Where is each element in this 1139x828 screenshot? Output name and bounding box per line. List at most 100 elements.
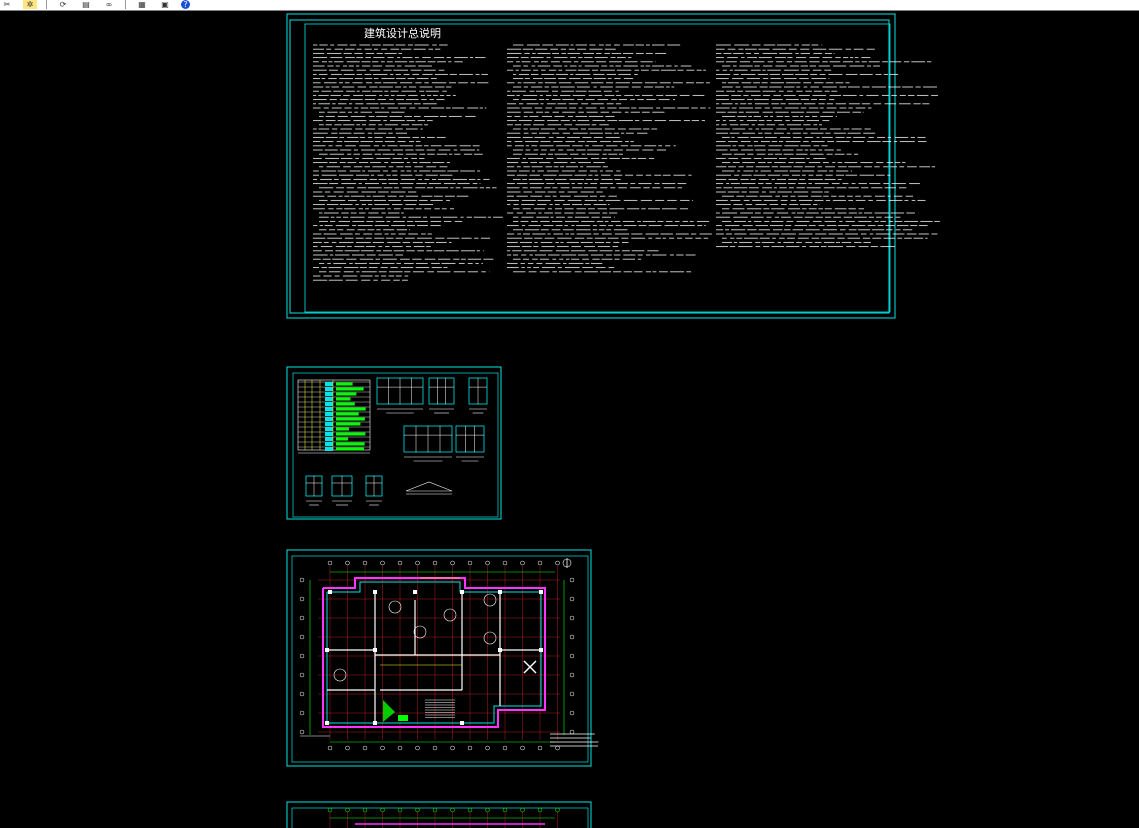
axis-bubble	[502, 807, 508, 813]
table-cell	[325, 402, 333, 406]
window-elevation	[428, 377, 455, 405]
table-cell	[325, 407, 333, 411]
axis-bubble	[299, 653, 305, 659]
axis-bubble	[380, 745, 385, 751]
axis-bubble	[569, 634, 575, 640]
axis-bubble	[555, 560, 560, 566]
axis-bubble	[502, 560, 508, 566]
axis-bubble	[450, 745, 455, 751]
axis-bubble	[299, 615, 305, 621]
table-cell	[325, 422, 333, 426]
axis-bubble	[432, 807, 438, 813]
column	[539, 648, 543, 652]
axis-bubble	[432, 745, 438, 751]
axis-bubble	[380, 807, 385, 813]
column	[325, 721, 329, 725]
furniture	[388, 600, 402, 614]
table-cell	[325, 417, 333, 421]
furniture	[483, 593, 497, 607]
table-cell	[336, 387, 364, 391]
axis-bubble	[467, 560, 473, 566]
floor-plan-drawing	[299, 558, 599, 751]
axis-bubble	[569, 615, 575, 621]
schedule-table	[297, 379, 371, 454]
axis-bubble	[362, 745, 368, 751]
axis-bubble	[415, 560, 420, 566]
axis-bubble	[485, 560, 490, 566]
axis-bubble	[520, 807, 525, 813]
axis-bubble	[327, 560, 333, 566]
table-cell	[336, 427, 349, 431]
table-cell	[325, 427, 333, 431]
axis-bubble	[299, 729, 305, 735]
entry-mark	[398, 715, 408, 721]
table-cell	[336, 402, 355, 406]
axis-bubble	[432, 560, 438, 566]
axis-bubble	[537, 745, 543, 751]
axis-bubble	[362, 560, 368, 566]
axis-bubble	[397, 745, 403, 751]
axis-bubble	[555, 807, 560, 813]
axis-bubble	[327, 807, 333, 813]
table-cell	[325, 397, 333, 401]
axis-bubble	[299, 672, 305, 678]
table-cell	[325, 412, 333, 416]
column	[460, 721, 464, 725]
axis-bubble	[569, 577, 575, 583]
column	[325, 648, 329, 652]
axis-bubble	[569, 672, 575, 678]
notes-text-block	[313, 44, 940, 281]
table-cell	[336, 407, 366, 411]
axis-bubble	[569, 691, 575, 697]
table-cell	[336, 412, 359, 416]
sheet-general-notes[interactable]: 建筑设计总说明	[286, 13, 940, 319]
table-cell	[336, 417, 365, 421]
axis-bubble	[415, 745, 420, 751]
table-cell	[336, 442, 365, 446]
sheet-door-window-schedule[interactable]	[286, 366, 502, 520]
table-cell	[336, 397, 351, 401]
table-cell	[325, 382, 333, 386]
axis-bubble	[520, 745, 525, 751]
axis-bubble	[327, 745, 333, 751]
sheet-floor-plan-2[interactable]	[286, 801, 592, 828]
axis-bubble	[299, 691, 305, 697]
sheet-title: 建筑设计总说明	[364, 26, 441, 40]
sheet-floor-plan[interactable]	[286, 549, 599, 767]
axis-bubble	[569, 729, 575, 735]
table-cell	[325, 437, 333, 441]
axis-bubble	[299, 577, 305, 583]
table-cell	[325, 387, 333, 391]
axis-bubble	[345, 560, 350, 566]
roof-detail	[405, 481, 453, 492]
axis-bubble	[362, 807, 368, 813]
axis-bubble	[345, 807, 350, 813]
table-cell	[325, 442, 333, 446]
axis-bubble	[520, 560, 525, 566]
axis-bubble	[299, 596, 305, 602]
axis-bubble	[299, 710, 305, 716]
table-cell	[336, 437, 349, 441]
axis-bubble	[467, 745, 473, 751]
column	[373, 721, 377, 725]
axis-bubble	[537, 560, 543, 566]
table-cell	[325, 392, 333, 396]
table-cell	[325, 432, 333, 436]
axis-bubble	[397, 807, 403, 813]
column	[498, 590, 502, 594]
axis-bubble	[485, 807, 490, 813]
window-elevation	[455, 425, 485, 453]
exterior-wall	[322, 577, 546, 728]
axis-bubble	[569, 710, 575, 716]
axis-bubble	[415, 807, 420, 813]
column	[413, 590, 417, 594]
floor-plan-2-drawing	[327, 807, 560, 828]
axis-bubble	[450, 560, 455, 566]
furniture	[443, 608, 457, 622]
axis-bubble	[569, 596, 575, 602]
column	[373, 590, 377, 594]
axis-bubble	[569, 653, 575, 659]
axis-bubble	[485, 745, 490, 751]
axis-bubble	[380, 560, 385, 566]
axis-bubble	[397, 560, 403, 566]
